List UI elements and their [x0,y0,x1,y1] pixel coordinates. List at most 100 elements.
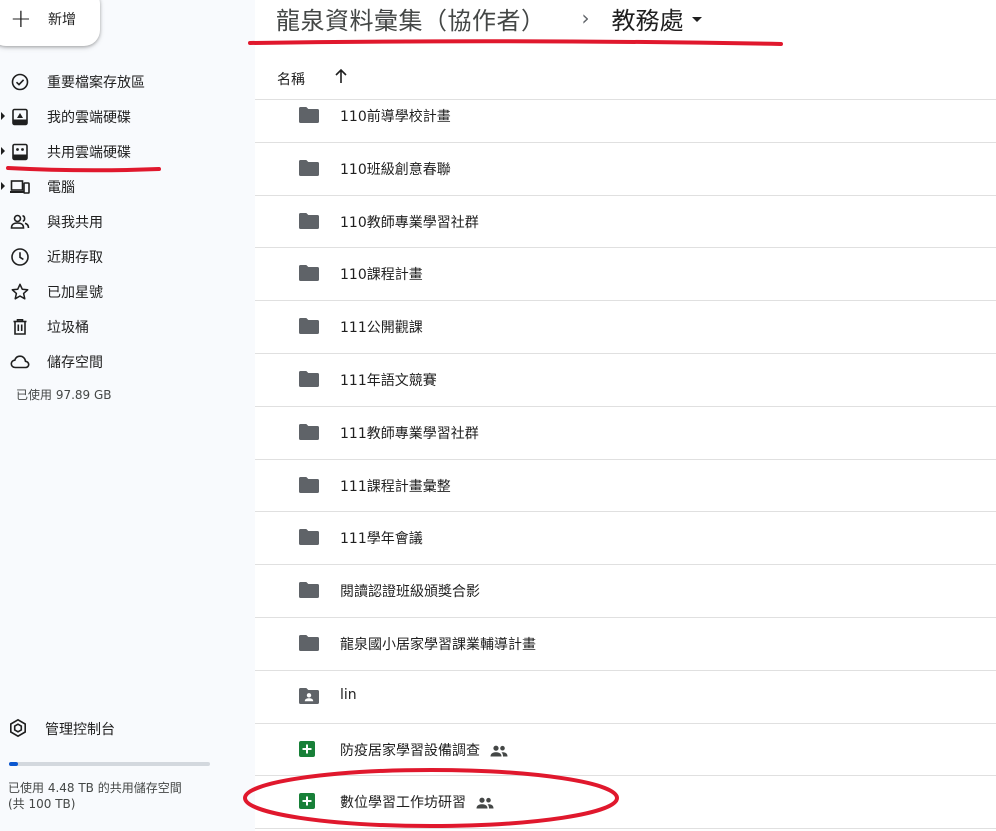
folder-icon [298,159,320,179]
sidebar-item-label: 與我共用 [47,214,103,231]
expand-arrow-icon[interactable] [1,182,5,190]
breadcrumb: 龍泉資料彙集（協作者） › 教務處 [276,0,702,36]
file-name: 110前導學校計畫 [340,106,451,126]
sidebar-item-storage[interactable]: 儲存空間 [0,344,255,379]
sort-ascending-icon[interactable] [333,67,349,85]
file-name: 數位學習工作坊研習 [340,792,494,812]
file-name-text: lin [340,686,357,703]
file-row[interactable]: 防疫居家學習設備調查 [255,724,996,777]
storage-used-text: 已使用 97.89 GB [16,388,112,402]
file-row[interactable]: 111學年會議 [255,512,996,566]
file-name: 111年語文競賽 [340,370,437,390]
folder-icon [298,212,320,232]
google-sheets-icon [298,792,320,812]
folder-icon [298,528,320,548]
breadcrumb-separator-icon: › [581,6,590,30]
file-name-text: 閱讀認證班級頒獎合影 [340,584,480,601]
file-list: 110前導學校計畫 110班級創意春聯 110教師專業學習社群 110課程計畫 111公… [255,90,996,830]
storage-quota-line: 已使用 4.48 TB 的共用儲存空間 [8,781,182,795]
shared-folder-icon [298,687,320,707]
admin-console-link[interactable]: 管理控制台 [0,712,255,744]
shared-drives-icon [10,142,30,162]
file-row[interactable]: 110前導學校計畫 [255,90,996,143]
storage-quota-text: 已使用 4.48 TB 的共用儲存空間 (共 100 TB) [8,780,248,812]
file-row[interactable]: 數位學習工作坊研習 [255,776,996,830]
folder-icon [298,423,320,443]
new-button-label: 新增 [48,12,76,28]
file-row[interactable]: 110教師專業學習社群 [255,196,996,249]
file-row[interactable]: 110班級創意春聯 [255,143,996,196]
file-row[interactable]: 111年語文競賽 [255,354,996,407]
file-name-text: 111課程計畫彙整 [340,478,451,495]
dropdown-caret-icon [691,16,702,22]
sidebar: + 新增 重要檔案存放區 我的雲端硬碟 共用雲端硬碟 電腦 與我共用 近期存取 … [0,0,255,831]
google-sheets-icon [298,740,320,760]
sidebar-item-shared-with-me[interactable]: 與我共用 [0,204,255,239]
sidebar-item-label: 我的雲端硬碟 [47,109,131,126]
sidebar-item-shared-drives[interactable]: 共用雲端硬碟 [0,134,255,169]
sidebar-item-recent[interactable]: 近期存取 [0,239,255,274]
folder-icon [298,264,320,284]
breadcrumb-current-label: 教務處 [611,6,684,35]
sidebar-item-important-files[interactable]: 重要檔案存放區 [0,64,255,99]
sidebar-item-label: 共用雲端硬碟 [47,144,131,161]
my-drive-icon [10,107,30,127]
file-name-text: 110教師專業學習社群 [340,214,479,231]
folder-icon [298,476,320,496]
expand-arrow-icon[interactable] [1,112,5,120]
file-name: 110教師專業學習社群 [340,212,479,232]
file-row[interactable]: 龍泉國小居家學習課業輔導計畫 [255,618,996,671]
file-name: 111課程計畫彙整 [340,476,451,496]
file-name-text: 龍泉國小居家學習課業輔導計畫 [340,636,536,653]
file-row[interactable]: 閱讀認證班級頒獎合影 [255,565,996,618]
sidebar-item-label: 儲存空間 [47,354,103,371]
sidebar-item-starred[interactable]: 已加星號 [0,274,255,309]
file-name: 龍泉國小居家學習課業輔導計畫 [340,634,536,654]
file-name-text: 111學年會議 [340,531,423,548]
file-name-text: 110班級創意春聯 [340,161,451,178]
star-icon [10,282,30,302]
file-name-text: 防疫居家學習設備調查 [340,742,480,759]
check-circle-icon [10,72,30,92]
file-name: 110課程計畫 [340,264,423,284]
annotation-underline-breadcrumb [248,39,783,46]
file-row[interactable]: 111課程計畫彙整 [255,460,996,513]
file-name-text: 111公開觀課 [340,320,423,337]
trash-icon [10,317,30,337]
folder-icon [298,370,320,390]
file-name: 111公開觀課 [340,317,423,337]
sidebar-item-computers[interactable]: 電腦 [0,169,255,204]
file-name-text: 111年語文競賽 [340,372,437,389]
storage-quota-bar [9,762,210,766]
computers-icon [10,177,30,197]
shared-people-icon [490,745,508,757]
file-name-text: 數位學習工作坊研習 [340,795,466,812]
people-icon [10,212,30,232]
sidebar-item-label: 已加星號 [47,284,103,301]
expand-arrow-icon[interactable] [1,147,5,155]
file-row[interactable]: 110課程計畫 [255,248,996,302]
clock-icon [10,247,30,267]
file-name: 111教師專業學習社群 [340,423,479,443]
file-name: 110班級創意春聯 [340,159,451,179]
shared-people-icon [476,797,494,809]
breadcrumb-root[interactable]: 龍泉資料彙集（協作者） [276,1,546,36]
folder-icon [298,634,320,654]
storage-quota-fill [9,762,19,766]
file-name: 防疫居家學習設備調查 [340,740,508,760]
new-button[interactable]: + 新增 [0,0,100,46]
sidebar-item-my-drive[interactable]: 我的雲端硬碟 [0,99,255,134]
folder-icon [298,317,320,337]
file-row[interactable]: 111公開觀課 [255,301,996,354]
column-header-name[interactable]: 名稱 [277,69,305,89]
sidebar-nav: 重要檔案存放區 我的雲端硬碟 共用雲端硬碟 電腦 與我共用 近期存取 已加星號 … [0,64,255,379]
folder-icon [298,581,320,601]
admin-console-label: 管理控制台 [45,722,115,738]
file-row[interactable]: 111教師專業學習社群 [255,407,996,460]
file-name: 111學年會議 [340,528,423,548]
sidebar-item-label: 近期存取 [47,249,103,266]
sidebar-item-label: 重要檔案存放區 [47,74,145,91]
sidebar-item-trash[interactable]: 垃圾桶 [0,309,255,344]
breadcrumb-current-folder[interactable]: 教務處 [612,1,702,36]
file-row[interactable]: lin [255,671,996,724]
